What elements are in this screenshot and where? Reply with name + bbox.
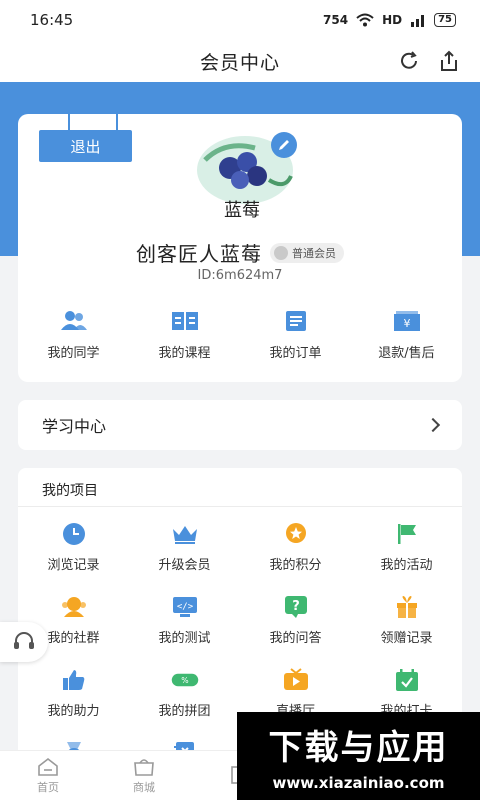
- project-item[interactable]: 浏览记录: [18, 522, 129, 573]
- svg-text:%: %: [181, 676, 188, 685]
- project-item[interactable]: 我的活动: [351, 522, 462, 573]
- quick-link-label: 我的订单: [269, 346, 322, 361]
- project-item[interactable]: </> 我的测试: [129, 595, 240, 646]
- thumbs-up-icon: [60, 668, 88, 692]
- project-item-label: 浏览记录: [47, 558, 100, 573]
- member-badge[interactable]: 普通会员: [270, 242, 344, 263]
- project-item-label: 我的拼团: [158, 704, 211, 719]
- project-item[interactable]: 我的助力: [18, 668, 129, 719]
- project-item-label: 领赠记录: [380, 631, 433, 646]
- net-speed-text: 754: [323, 13, 349, 27]
- crown-icon: [171, 522, 199, 546]
- watermark-text: 下载与应用: [268, 728, 449, 768]
- quick-links: 我的同学 我的课程 我的订单 ¥ 退款/售后: [18, 310, 462, 361]
- tab-home[interactable]: 首页: [0, 751, 96, 800]
- quick-link-refund[interactable]: ¥ 退款/售后: [351, 310, 462, 361]
- classmates-icon: [60, 311, 87, 330]
- user-id: ID:6m624m7: [197, 268, 283, 283]
- qa-icon: ?: [282, 595, 310, 619]
- page-title: 会员中心: [199, 51, 280, 74]
- logout-button[interactable]: 退出: [39, 130, 132, 162]
- shop-icon: [134, 758, 154, 776]
- tab-label: 首页: [37, 780, 59, 794]
- chevron-right-icon: [425, 417, 441, 433]
- project-item-label: 我的助力: [47, 704, 100, 719]
- avatar-text: 蓝莓: [224, 200, 260, 221]
- project-item[interactable]: % 我的拼团: [129, 668, 240, 719]
- watermark-banner: 下载与应用 www.xiazainiao.com: [237, 712, 480, 800]
- quick-link-label: 我的课程: [158, 346, 211, 361]
- orders-icon: [285, 311, 306, 331]
- status-time: 16:45: [30, 11, 74, 29]
- project-item-label: 我的活动: [380, 558, 433, 573]
- status-bar: 16:45 754 HD 75: [0, 0, 480, 40]
- projects-title: 我的项目: [42, 483, 98, 499]
- hd-label: HD: [382, 13, 403, 27]
- member-label: 普通会员: [292, 246, 336, 260]
- svg-text:</>: </>: [176, 602, 193, 612]
- project-item-label: 我的社群: [47, 631, 100, 646]
- project-item-label: 我的积分: [269, 558, 322, 573]
- project-item[interactable]: ? 我的问答: [240, 595, 351, 646]
- tab-label: 商城: [133, 780, 155, 794]
- study-center-title: 学习中心: [42, 417, 107, 436]
- headset-icon: [14, 632, 34, 649]
- battery-icon: 75: [434, 13, 456, 27]
- live-icon: [282, 668, 310, 692]
- checkin-icon: [393, 668, 421, 692]
- watermark-url: www.xiazainiao.com: [272, 774, 445, 792]
- project-item-label: 我的问答: [269, 631, 322, 646]
- edit-avatar-button[interactable]: [271, 132, 297, 158]
- status-icons: 754 HD 75: [323, 13, 456, 27]
- share-button[interactable]: [436, 48, 462, 74]
- history-icon: [60, 522, 88, 546]
- test-icon: </>: [171, 595, 199, 619]
- tab-shop[interactable]: 商城: [96, 751, 192, 800]
- profile-card: 退出 蓝莓 创客匠人蓝莓 普通会员 ID:6m624m7 我的同学 我的课程 我…: [18, 112, 462, 382]
- quick-link-label: 退款/售后: [378, 346, 435, 361]
- refund-icon: ¥: [393, 311, 420, 331]
- gift-icon: [393, 595, 421, 619]
- customer-service-button[interactable]: [0, 622, 48, 662]
- project-item[interactable]: 升级会员: [129, 522, 240, 573]
- quick-link-label: 我的同学: [47, 346, 100, 361]
- wifi-icon: [356, 13, 374, 27]
- courses-icon: [171, 312, 198, 330]
- nav-bar: 会员中心: [0, 40, 480, 82]
- svg-text:?: ?: [292, 599, 300, 614]
- svg-text:¥: ¥: [403, 317, 410, 330]
- project-item[interactable]: 领赠记录: [351, 595, 462, 646]
- quick-link-courses[interactable]: 我的课程: [129, 310, 240, 361]
- community-icon: [60, 595, 88, 619]
- project-item-label: 升级会员: [158, 558, 211, 573]
- group-buy-icon: %: [171, 668, 199, 692]
- refresh-button[interactable]: [396, 48, 422, 74]
- heart-icon: [274, 245, 288, 260]
- points-icon: [282, 522, 310, 546]
- study-center-row[interactable]: 学习中心: [18, 400, 462, 450]
- project-item-label: 我的测试: [158, 631, 211, 646]
- pencil-icon: [279, 140, 289, 150]
- quick-link-classmates[interactable]: 我的同学: [18, 310, 129, 361]
- project-item[interactable]: 我的积分: [240, 522, 351, 573]
- home-icon: [38, 757, 58, 776]
- flag-icon: [393, 522, 421, 546]
- user-name: 创客匠人蓝莓: [136, 242, 262, 266]
- refresh-icon: [401, 51, 417, 69]
- signal-icon: [411, 15, 425, 27]
- quick-link-orders[interactable]: 我的订单: [240, 310, 351, 361]
- share-icon: [441, 50, 457, 71]
